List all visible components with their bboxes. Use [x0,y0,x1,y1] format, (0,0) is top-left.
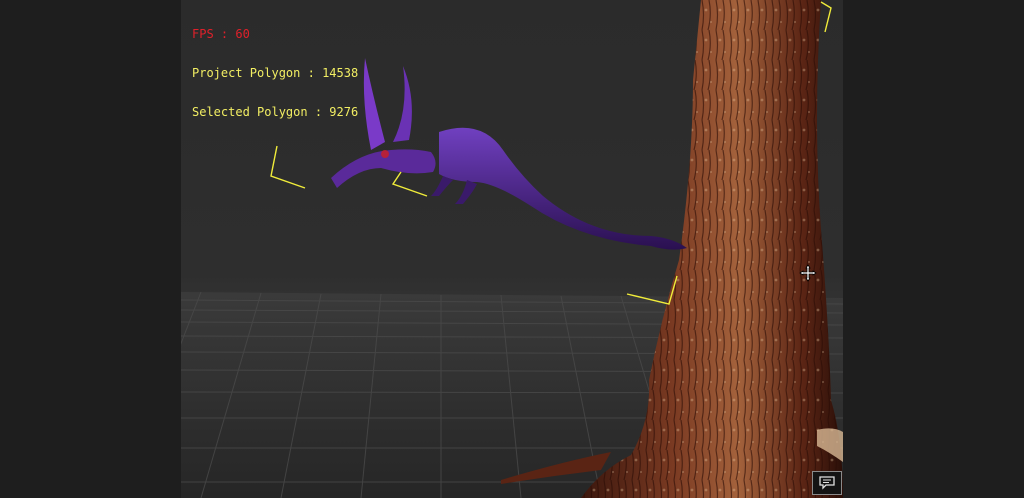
selected-polygon-value: 9276 [329,105,359,119]
creature-model [331,58,687,250]
stats-overlay: FPS : 60 Project Polygon : 14538 Selecte… [192,2,358,145]
fps-value: 60 [235,27,250,41]
project-polygon-label: Project Polygon [192,66,301,80]
chat-button[interactable] [812,471,842,495]
fps-label: FPS [192,27,214,41]
move-cursor-icon [799,264,817,282]
app-window: FPS : 60 Project Polygon : 14538 Selecte… [0,0,1024,498]
3d-viewport[interactable]: FPS : 60 Project Polygon : 14538 Selecte… [181,0,843,498]
project-polygon-value: 14538 [322,66,359,80]
fps-separator: : [213,27,236,41]
project-polygon-readout: Project Polygon : 14538 [192,67,358,80]
project-polygon-separator: : [300,66,323,80]
fps-readout: FPS : 60 [192,28,358,41]
selected-polygon-readout: Selected Polygon : 9276 [192,106,358,119]
chat-icon [819,476,835,490]
selected-polygon-label: Selected Polygon [192,105,308,119]
selected-polygon-separator: : [307,105,330,119]
